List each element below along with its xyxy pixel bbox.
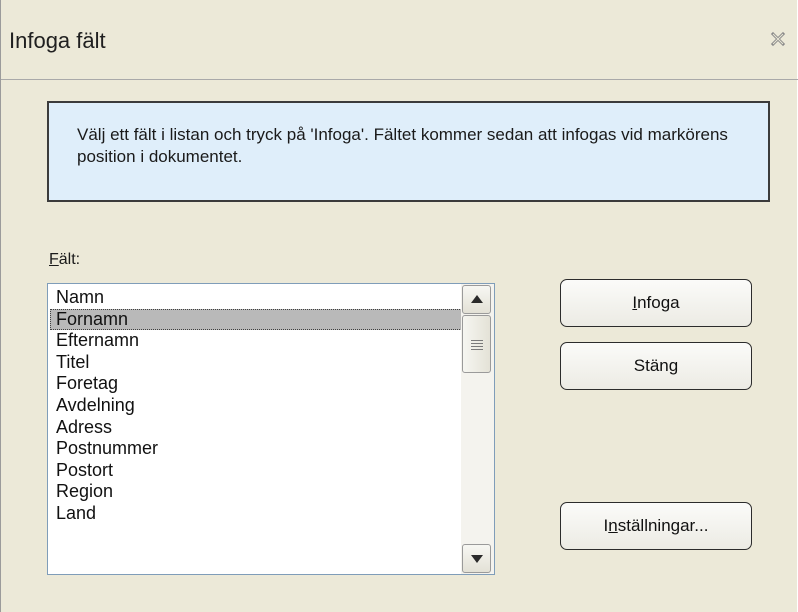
close-button[interactable]: Stäng bbox=[560, 342, 752, 390]
insert-field-dialog: Infoga fält Välj ett fält i listan och t… bbox=[0, 0, 798, 612]
list-item[interactable]: Namn bbox=[50, 287, 462, 309]
list-item[interactable]: Avdelning bbox=[50, 395, 462, 417]
settings-label-rest: ställningar... bbox=[617, 516, 709, 535]
arrow-down-icon bbox=[471, 555, 483, 563]
scroll-down-button[interactable] bbox=[462, 544, 491, 573]
scroll-thumb[interactable] bbox=[462, 315, 491, 373]
grip-line bbox=[471, 349, 483, 350]
dialog-title: Infoga fält bbox=[9, 28, 106, 53]
vertical-scrollbar[interactable] bbox=[461, 284, 494, 574]
settings-mnemonic: n bbox=[608, 516, 618, 535]
list-item[interactable]: Postnummer bbox=[50, 438, 462, 460]
info-panel: Välj ett fält i listan och tryck på 'Inf… bbox=[47, 101, 770, 202]
fields-label-mnemonic: F bbox=[49, 251, 59, 268]
list-item[interactable]: Region bbox=[50, 481, 462, 503]
close-icon[interactable] bbox=[770, 31, 786, 47]
settings-button[interactable]: In ställningar... bbox=[560, 502, 752, 550]
insert-button[interactable]: Infoga bbox=[560, 279, 752, 327]
list-item[interactable]: Adress bbox=[50, 417, 462, 439]
list-item[interactable]: Land bbox=[50, 503, 462, 525]
close-label: Stäng bbox=[633, 356, 679, 375]
info-text: Välj ett fält i listan och tryck på 'Inf… bbox=[77, 125, 728, 166]
list-item[interactable]: Postort bbox=[50, 460, 462, 482]
fields-listbox[interactable]: Namn Fornamn Efternamn Titel Foretag Avd… bbox=[47, 283, 495, 575]
grip-line bbox=[471, 343, 483, 344]
fields-label-text: ält: bbox=[58, 251, 81, 268]
grip-line bbox=[471, 346, 483, 347]
fields-label: Fält: bbox=[49, 251, 80, 269]
scroll-up-button[interactable] bbox=[462, 285, 491, 314]
insert-label: nfoga bbox=[637, 293, 680, 312]
list-item[interactable]: Titel bbox=[50, 352, 462, 374]
grip-line bbox=[471, 340, 483, 341]
arrow-up-icon bbox=[471, 295, 483, 303]
fields-list: Namn Fornamn Efternamn Titel Foretag Avd… bbox=[50, 287, 462, 525]
title-bar: Infoga fält bbox=[1, 0, 798, 80]
list-item-selected[interactable]: Fornamn bbox=[50, 308, 462, 331]
list-item[interactable]: Efternamn bbox=[50, 330, 462, 352]
list-item[interactable]: Foretag bbox=[50, 373, 462, 395]
